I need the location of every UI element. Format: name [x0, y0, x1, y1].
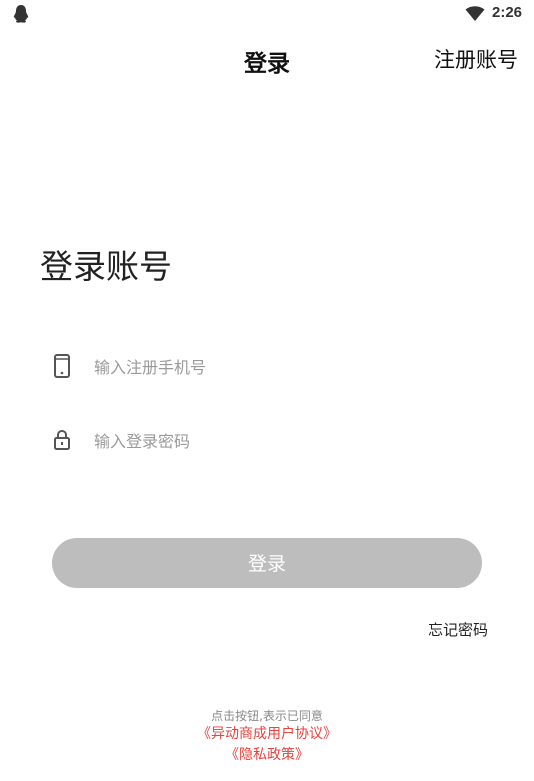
phone-input[interactable]: [94, 347, 474, 387]
lock-icon: [54, 429, 70, 450]
login-button[interactable]: 登录: [52, 538, 482, 588]
phone-icon: [54, 354, 70, 378]
status-time: 2:26: [492, 4, 523, 21]
wifi-icon: [465, 6, 485, 21]
login-screen: 2:26 登录 注册账号 登录账号 登录 忘记密码 点击按钮,表示已同意 《异动…: [0, 0, 534, 781]
user-agreement-link[interactable]: 《异动商成用户协议》: [0, 724, 534, 745]
agreement-footer: 点击按钮,表示已同意 《异动商成用户协议》 《隐私政策》: [0, 708, 534, 766]
forgot-password-link[interactable]: 忘记密码: [428, 619, 488, 640]
qq-penguin-icon: [13, 5, 29, 23]
phone-field: [52, 347, 482, 387]
status-bar: 2:26: [0, 0, 534, 28]
header-bar: 登录 注册账号: [0, 38, 534, 82]
login-heading: 登录账号: [40, 247, 172, 286]
register-account-link[interactable]: 注册账号: [434, 44, 518, 74]
password-input[interactable]: [94, 421, 474, 461]
privacy-policy-link[interactable]: 《隐私政策》: [0, 745, 534, 766]
agreement-notice: 点击按钮,表示已同意: [211, 709, 323, 723]
password-field: [52, 421, 482, 461]
